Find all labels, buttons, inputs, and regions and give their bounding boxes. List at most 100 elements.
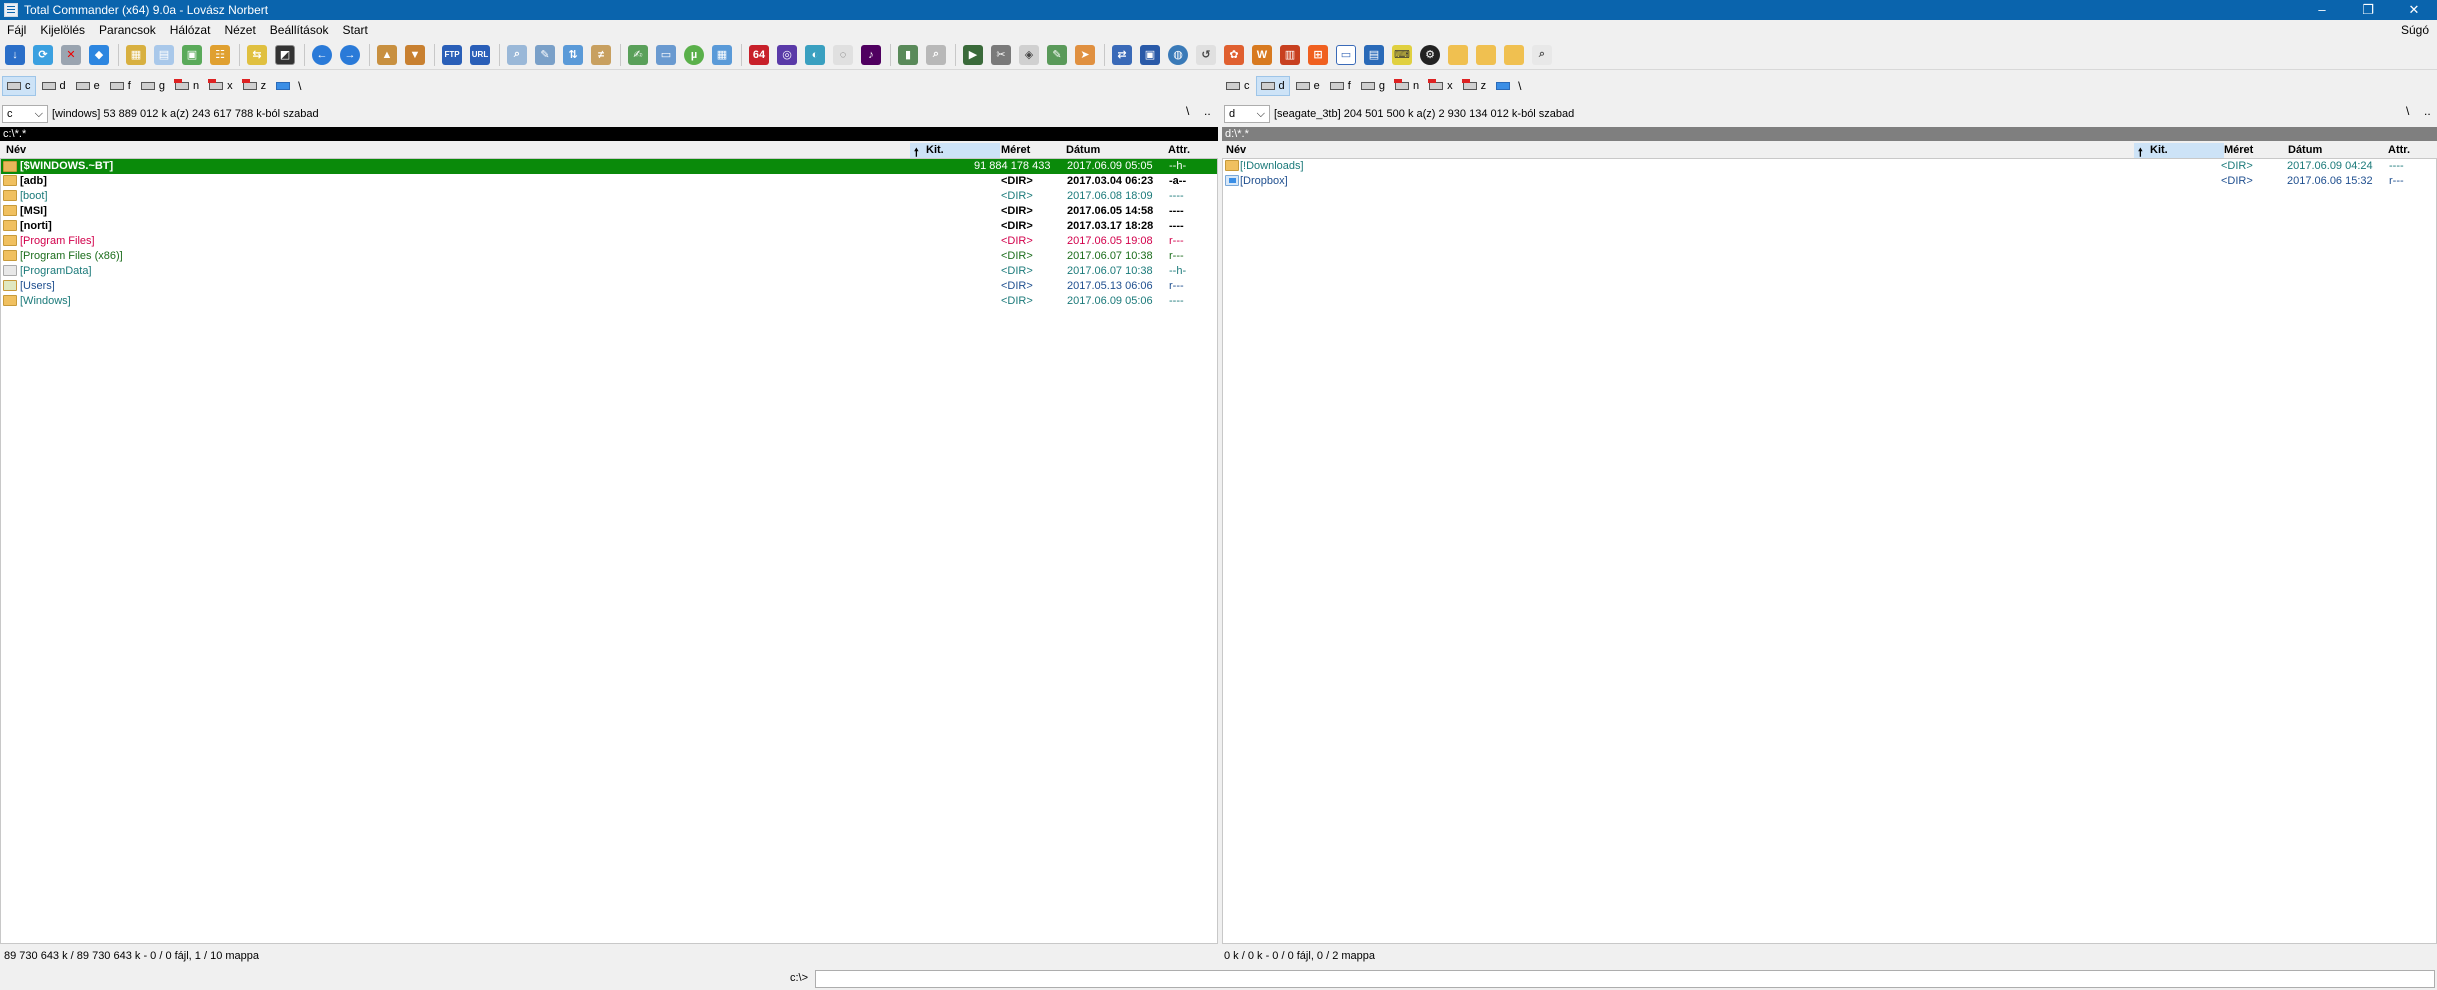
col-attr[interactable]: Attr. <box>2388 144 2410 156</box>
full-view-icon[interactable]: ▤ <box>151 42 177 68</box>
file-row[interactable]: [!Downloads] <DIR> 2017.06.09 04:24 ---- <box>1223 159 2436 174</box>
right-parent-dir-button[interactable]: .. <box>2424 104 2431 118</box>
chart-icon[interactable]: ▥ <box>1277 42 1303 68</box>
devices-icon[interactable]: ▣ <box>1137 42 1163 68</box>
back-icon[interactable]: ← <box>309 42 335 68</box>
left-drive-z[interactable]: z <box>239 76 271 96</box>
command-input[interactable] <box>815 970 2435 988</box>
file-row[interactable]: [ProgramData] <DIR> 2017.06.07 10:38 --h… <box>1 264 1217 279</box>
menu-configuration[interactable]: Beállítások <box>263 20 336 40</box>
pack-icon[interactable]: ▲ <box>374 42 400 68</box>
office-icon[interactable]: W <box>1249 42 1275 68</box>
col-ext[interactable]: Kit. <box>926 144 944 156</box>
col-name[interactable]: Név <box>6 144 26 156</box>
left-drive-g[interactable]: g <box>137 76 169 96</box>
edit-icon[interactable]: ✎ <box>1044 42 1070 68</box>
left-root-dir-button[interactable]: \ <box>1186 104 1189 118</box>
calendar-icon[interactable]: ▦ <box>709 42 735 68</box>
col-date[interactable]: Dátum <box>1066 144 1100 156</box>
book-icon[interactable]: ▮ <box>895 42 921 68</box>
col-attr[interactable]: Attr. <box>1168 144 1190 156</box>
compare-icon[interactable]: ◩ <box>272 42 298 68</box>
compare-files-icon[interactable]: ≠ <box>588 42 614 68</box>
menu-file[interactable]: Fájl <box>0 20 33 40</box>
tag-icon[interactable]: ➤ <box>1072 42 1098 68</box>
tree-view-icon[interactable]: ☷ <box>207 42 233 68</box>
left-root-button[interactable]: \ <box>272 76 305 96</box>
monitor-icon[interactable]: ◐ <box>802 42 828 68</box>
process-icon[interactable]: ◎ <box>774 42 800 68</box>
keyboard-icon[interactable]: ⌨ <box>1389 42 1415 68</box>
file-row[interactable]: [Dropbox] <DIR> 2017.06.06 15:32 r--- <box>1223 174 2436 189</box>
right-drive-n[interactable]: n <box>1391 76 1423 96</box>
col-size[interactable]: Méret <box>1001 144 1030 156</box>
tools-icon[interactable]: ✂ <box>988 42 1014 68</box>
file-row[interactable]: [norti] <DIR> 2017.03.17 18:28 ---- <box>1 219 1217 234</box>
menu-show[interactable]: Nézet <box>217 20 262 40</box>
right-root-button[interactable]: \ <box>1492 76 1525 96</box>
file-row[interactable]: [Program Files] <DIR> 2017.06.05 19:08 r… <box>1 234 1217 249</box>
paint-icon[interactable]: ✿ <box>1221 42 1247 68</box>
unpack-icon[interactable]: ▼ <box>402 42 428 68</box>
left-drive-d[interactable]: d <box>38 76 70 96</box>
folder-icon[interactable] <box>1473 42 1499 68</box>
menu-commands[interactable]: Parancsok <box>92 20 163 40</box>
right-drive-z[interactable]: z <box>1459 76 1491 96</box>
folder-icon[interactable] <box>1501 42 1527 68</box>
ftp-icon[interactable]: FTP <box>439 42 465 68</box>
file-row[interactable]: [Users] <DIR> 2017.05.13 06:06 r--- <box>1 279 1217 294</box>
security-icon[interactable]: ◈ <box>1016 42 1042 68</box>
media-icon[interactable]: ◌ <box>830 42 856 68</box>
menu-help[interactable]: Súgó <box>2401 20 2429 40</box>
delete-icon[interactable]: ✕ <box>58 42 84 68</box>
invert-selection-icon[interactable]: ⇆ <box>244 42 270 68</box>
menu-start[interactable]: Start <box>336 20 375 40</box>
winamp-icon[interactable]: ♪ <box>858 42 884 68</box>
col-date[interactable]: Dátum <box>2288 144 2322 156</box>
col-ext[interactable]: Kit. <box>2150 144 2168 156</box>
file-row[interactable]: [adb] <DIR> 2017.03.04 06:23 -a-- <box>1 174 1217 189</box>
left-file-panel[interactable]: [$WINDOWS.~BT] 91 884 178 433 2017.06.09… <box>0 158 1218 944</box>
restore-icon[interactable]: ↺ <box>1193 42 1219 68</box>
left-drive-f[interactable]: f <box>106 76 135 96</box>
x64-icon[interactable]: 64 <box>746 42 772 68</box>
col-name[interactable]: Név <box>1226 144 1246 156</box>
right-path-bar[interactable]: d:\*.* <box>1222 127 2437 141</box>
left-drive-x[interactable]: x <box>205 76 237 96</box>
file-row[interactable]: [boot] <DIR> 2017.06.08 18:09 ---- <box>1 189 1217 204</box>
right-drive-g[interactable]: g <box>1357 76 1389 96</box>
right-drive-f[interactable]: f <box>1326 76 1355 96</box>
preview-icon[interactable]: ⌕ <box>923 42 949 68</box>
menu-mark[interactable]: Kijelölés <box>33 20 92 40</box>
find-icon[interactable]: ⌕ <box>1529 42 1555 68</box>
file-row[interactable]: [MSI] <DIR> 2017.06.05 14:58 ---- <box>1 204 1217 219</box>
image-viewer-icon[interactable]: ▭ <box>653 42 679 68</box>
left-drive-c[interactable]: c <box>2 76 36 96</box>
right-drive-e[interactable]: e <box>1292 76 1324 96</box>
terminal-icon[interactable]: ▶ <box>960 42 986 68</box>
left-drive-dropdown[interactable]: c ⌵ <box>2 105 48 123</box>
restore-button[interactable]: ❐ <box>2345 0 2391 20</box>
right-file-panel[interactable]: [!Downloads] <DIR> 2017.06.09 04:24 ----… <box>1222 158 2437 944</box>
notepad-icon[interactable]: ✍ <box>625 42 651 68</box>
url-icon[interactable]: URL <box>467 42 493 68</box>
minimize-button[interactable]: – <box>2299 0 2345 20</box>
windows-icon[interactable]: ⊞ <box>1305 42 1331 68</box>
left-drive-n[interactable]: n <box>171 76 203 96</box>
right-drive-d[interactable]: d <box>1255 76 1290 96</box>
sync-dirs-icon[interactable]: ⇅ <box>560 42 586 68</box>
menu-net[interactable]: Hálózat <box>163 20 218 40</box>
col-size[interactable]: Méret <box>2224 144 2253 156</box>
left-path-bar[interactable]: c:\*.* <box>0 127 1218 141</box>
utorrent-icon[interactable]: µ <box>681 42 707 68</box>
right-drive-dropdown[interactable]: d ⌵ <box>1224 105 1270 123</box>
right-drive-c[interactable]: c <box>1222 76 1254 96</box>
refresh-icon[interactable]: ⟳ <box>30 42 56 68</box>
download-icon[interactable]: ↓ <box>2 42 28 68</box>
panel-splitter[interactable] <box>1218 97 1222 965</box>
folder-icon[interactable] <box>1445 42 1471 68</box>
file-row[interactable]: [Program Files (x86)] <DIR> 2017.06.07 1… <box>1 249 1217 264</box>
brief-view-icon[interactable]: ▦ <box>123 42 149 68</box>
search-icon[interactable]: ⌕ <box>504 42 530 68</box>
left-drive-e[interactable]: e <box>72 76 104 96</box>
